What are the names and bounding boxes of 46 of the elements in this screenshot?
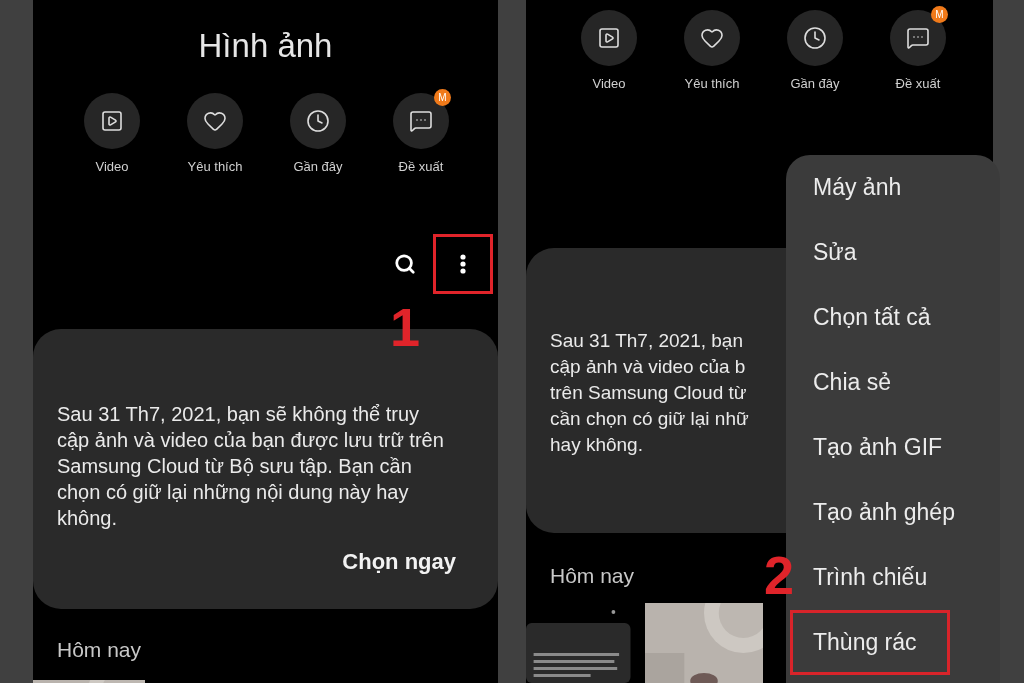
shortcut-label: Yêu thích xyxy=(187,159,243,174)
menu-item[interactable]: Sửa xyxy=(790,220,890,285)
menu-item[interactable]: Chọn tất cả xyxy=(790,285,964,350)
section-heading: Hôm nay xyxy=(550,563,635,589)
shortcut-label: Video xyxy=(592,76,626,91)
notice-text-line: trên Samsung Cloud từ xyxy=(550,381,747,405)
clock-icon xyxy=(306,109,330,133)
more-icon xyxy=(460,254,466,274)
notice-text-line: cập ảnh và video của b xyxy=(550,355,746,379)
menu-item[interactable]: Thùng rác xyxy=(790,610,950,675)
step-number: 2 xyxy=(764,548,795,602)
heart-icon xyxy=(203,109,227,133)
shortcut-button[interactable] xyxy=(187,93,243,149)
notice-text-line: cần chọn có giữ lại nhữ xyxy=(550,407,749,431)
menu-item[interactable]: Tạo ảnh GIF xyxy=(790,415,976,480)
step-number: 1 xyxy=(390,300,421,354)
shortcut-label: Gần đây xyxy=(293,159,343,174)
notice-text: Sau 31 Th7, 2021, bạn sẽ không thể truy cập ảnh và video của bạn được lưu trữ trên Samsung Cloud từ Bộ sưu tập. Bạn cần chọn có giữ lại những nội dung này hay không. xyxy=(57,402,445,531)
search-icon xyxy=(394,253,416,275)
shortcut-button[interactable] xyxy=(84,93,140,149)
screen-title: Hình ảnh xyxy=(197,27,334,65)
chat-icon xyxy=(409,109,433,133)
notice-text-line: hay không. xyxy=(550,433,643,457)
video-icon xyxy=(100,109,124,133)
shortcut-button[interactable] xyxy=(787,10,843,66)
shortcut-label: Đề xuất xyxy=(398,159,444,174)
video-icon xyxy=(597,26,621,50)
choose-now-button[interactable]: Chọn ngay xyxy=(342,549,456,575)
chat-icon xyxy=(906,26,930,50)
shortcut-button[interactable] xyxy=(290,93,346,149)
notification-badge: M xyxy=(931,6,948,23)
section-heading: Hôm nay xyxy=(57,637,142,663)
clock-icon xyxy=(803,26,827,50)
shortcut-button[interactable] xyxy=(684,10,740,66)
shortcut-label: Gần đây xyxy=(790,76,840,91)
shortcut-label: Yêu thích xyxy=(684,76,740,91)
notice-text-line: Sau 31 Th7, 2021, bạn xyxy=(550,329,743,353)
shortcut-label: Đề xuất xyxy=(895,76,941,91)
menu-item[interactable]: Chia sẻ xyxy=(790,350,924,415)
more-options-button[interactable] xyxy=(433,234,493,294)
menu-item[interactable]: Tạo ảnh ghép xyxy=(790,480,988,545)
shortcut-label: Video xyxy=(95,159,129,174)
heart-icon xyxy=(700,26,724,50)
shortcut-button[interactable] xyxy=(581,10,637,66)
menu-item[interactable]: Máy ảnh xyxy=(790,155,935,220)
notification-badge: M xyxy=(434,89,451,106)
